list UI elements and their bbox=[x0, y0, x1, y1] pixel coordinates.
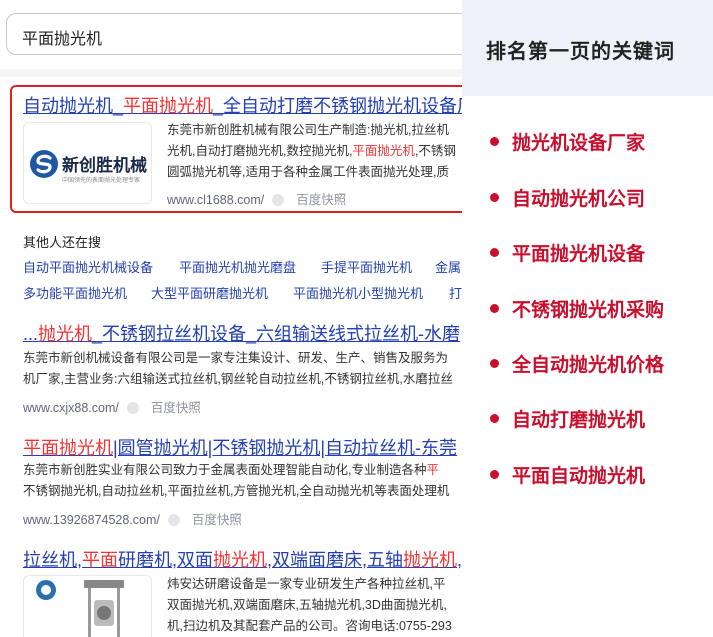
cache-link[interactable]: 百度快照 bbox=[192, 513, 242, 527]
machine-image-icon bbox=[36, 580, 124, 637]
keyword-item: 自动打磨抛光机 bbox=[490, 405, 645, 432]
snippet-line: 东莞市新创胜机械有限公司生产制造:抛光机,拉丝机 bbox=[167, 123, 449, 137]
search-results-panel: 平面抛光机 自动抛光机_平面抛光机_全自动打磨不锈钢抛光机设备厂 新创胜机械 中… bbox=[0, 0, 462, 637]
keyword-item: 平面抛光机设备 bbox=[490, 239, 645, 266]
cache-link[interactable]: 百度快照 bbox=[151, 401, 201, 415]
related-search-link[interactable]: 手提平面抛光机 bbox=[321, 257, 412, 276]
info-dot-icon[interactable] bbox=[272, 194, 285, 206]
search-query: 平面抛光机 bbox=[22, 31, 103, 48]
related-search-link[interactable]: 平面抛光机小型抛光机 bbox=[293, 283, 423, 302]
divider bbox=[0, 69, 462, 77]
result-url-1[interactable]: www.cl1688.com/百度快照 bbox=[167, 189, 346, 208]
result-url-2[interactable]: www.cxjx88.com/百度快照 bbox=[23, 397, 201, 416]
search-input[interactable]: 平面抛光机 bbox=[6, 13, 462, 55]
title-seg: 平面抛光机 bbox=[123, 96, 214, 116]
result-title-3[interactable]: 平面抛光机|圆管抛光机|不锈钢抛光机|自动拉丝机-东莞 bbox=[23, 434, 457, 460]
keyword-panel-header: 排名第一页的关键词 bbox=[462, 0, 713, 96]
related-search-link[interactable]: 大型平面研磨抛光机 bbox=[151, 283, 268, 302]
related-search-link[interactable]: 平面抛光机抛光磨盘 bbox=[179, 257, 296, 276]
snippet-line: 机厂家,主营业务:六组输送式拉丝机,钢丝轮自动拉丝机,不锈钢拉丝机,水磨拉丝 bbox=[23, 372, 453, 386]
result-snippet-2: 东莞市新创机械设备有限公司是一家专注集设计、研发、生产、销售及服务为 机厂家,主… bbox=[23, 348, 453, 390]
related-searches-title: 其他人还在搜 bbox=[23, 235, 102, 250]
keyword-panel-title: 排名第一页的关键词 bbox=[486, 41, 675, 63]
snippet-line: 光机,自动打磨抛光机,数控抛光机,平面抛光机,不锈钢 bbox=[167, 144, 456, 158]
result-thumbnail-4[interactable] bbox=[23, 575, 152, 637]
snippet-line: 东莞市新创胜实业有限公司致力于金属表面处理智能自动化,专业制造各种平 bbox=[23, 463, 439, 477]
logo-subtext: 中国领先的表面抛光处理专家 bbox=[62, 178, 141, 184]
info-dot-icon[interactable] bbox=[167, 514, 180, 526]
related-search-link[interactable]: 多功能平面抛光机 bbox=[23, 283, 127, 302]
result-title-2[interactable]: ...抛光机_不锈钢拉丝机设备_六组输送线式拉丝机-水磨 bbox=[23, 320, 460, 346]
snippet-line: 炜安达研磨设备是一家专业研发生产各种拉丝机,平 bbox=[167, 577, 446, 591]
keyword-item: 全自动抛光机价格 bbox=[490, 350, 664, 377]
title-seg: 自动抛光机 bbox=[23, 96, 113, 116]
result-title-4[interactable]: 拉丝机,平面研磨机,双面抛光机,双端面磨床,五轴抛光机, bbox=[23, 546, 462, 572]
result-title-1[interactable]: 自动抛光机_平面抛光机_全自动打磨不锈钢抛光机设备厂 bbox=[23, 92, 462, 118]
related-search-link[interactable]: 自动平面抛光机械设备 bbox=[23, 257, 153, 276]
info-dot-icon[interactable] bbox=[126, 402, 139, 414]
related-search-link[interactable]: 金属 bbox=[435, 257, 461, 276]
snippet-line: 东莞市新创机械设备有限公司是一家专注集设计、研发、生产、销售及服务为 bbox=[23, 351, 449, 365]
snippet-line: 机,扫边机及其配套产品的公司。咨询电话:0755-293 bbox=[167, 619, 452, 633]
logo-text: 新创胜机械 bbox=[62, 156, 147, 175]
result-url-3[interactable]: www.13926874528.com/百度快照 bbox=[23, 509, 242, 528]
result-thumbnail-1[interactable]: 新创胜机械 中国领先的表面抛光处理专家 bbox=[23, 122, 152, 204]
snippet-line: 双面抛光机,双端面磨床,五轴抛光机,3D曲面抛光机, bbox=[167, 598, 447, 612]
keyword-item: 平面自动抛光机 bbox=[490, 461, 645, 488]
cache-link[interactable]: 百度快照 bbox=[296, 193, 346, 207]
title-seg: _全自动打磨不锈钢抛光机设备厂 bbox=[213, 96, 462, 116]
keyword-item: 自动抛光机公司 bbox=[490, 184, 645, 211]
title-seg: _ bbox=[113, 96, 124, 116]
result-snippet-4: 炜安达研磨设备是一家专业研发生产各种拉丝机,平 双面抛光机,双端面磨床,五轴抛光… bbox=[167, 574, 452, 637]
keyword-item: 不锈钢抛光机采购 bbox=[490, 295, 664, 322]
result-snippet-1: 东莞市新创胜机械有限公司生产制造:抛光机,拉丝机 光机,自动打磨抛光机,数控抛光… bbox=[167, 120, 456, 183]
keyword-panel: 排名第一页的关键词 抛光机设备厂家 自动抛光机公司 平面抛光机设备 不锈钢抛光机… bbox=[462, 0, 713, 637]
company-logo-icon bbox=[30, 150, 58, 178]
result-snippet-3: 东莞市新创胜实业有限公司致力于金属表面处理智能自动化,专业制造各种平 不锈钢抛光… bbox=[23, 460, 449, 502]
keyword-item: 抛光机设备厂家 bbox=[490, 128, 645, 155]
snippet-line: 圆弧抛光机等,适用于各种金属工件表面抛光处理,质 bbox=[167, 165, 449, 179]
snippet-line: 不锈钢抛光机,自动拉丝机,平面拉丝机,方管抛光机,全自动抛光机等表面处理机 bbox=[23, 484, 450, 498]
related-search-link[interactable]: 打 bbox=[449, 283, 462, 302]
